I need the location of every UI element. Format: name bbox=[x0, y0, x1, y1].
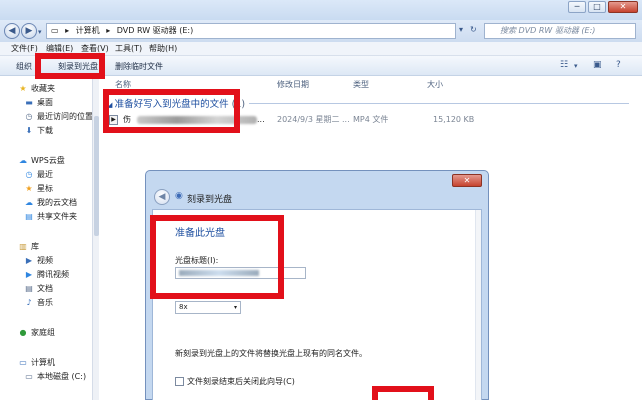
forward-button[interactable]: ▶ bbox=[21, 23, 37, 39]
disk-icon: ▭ bbox=[25, 372, 33, 381]
menu-help[interactable]: 帮助(H) bbox=[149, 43, 177, 54]
shared-folder-icon: ▤ bbox=[25, 212, 33, 221]
navigation-scrollbar[interactable] bbox=[92, 76, 99, 400]
column-header-name[interactable]: 名称 bbox=[115, 79, 131, 90]
burn-to-disc-button[interactable]: 刻录到光盘 bbox=[58, 61, 98, 72]
music-icon: ♪ bbox=[26, 298, 32, 307]
redacted-title bbox=[179, 270, 259, 276]
video-icon: ▶ bbox=[25, 256, 33, 265]
checkbox-box[interactable] bbox=[175, 377, 184, 386]
library-icon: ▥ bbox=[19, 242, 27, 251]
cloud-document-icon: ☁ bbox=[25, 198, 33, 207]
group-header-ready-to-burn[interactable]: ◢ 准备好写入到光盘中的文件 (1) bbox=[107, 96, 245, 110]
homegroup-icon: ● bbox=[19, 328, 27, 337]
disc-title-label: 光盘标题(I): bbox=[175, 256, 219, 265]
menu-file[interactable]: 文件(F) bbox=[11, 43, 38, 54]
column-header-type[interactable]: 类型 bbox=[353, 79, 369, 90]
replace-files-note: 新刻录到光盘上的文件将替换光盘上现有的同名文件。 bbox=[175, 349, 367, 358]
dialog-heading: 刻录到光盘 bbox=[187, 195, 233, 205]
file-modified: 2024/9/3 星期二 ... bbox=[277, 115, 350, 124]
file-type: MP4 文件 bbox=[353, 115, 389, 124]
dialog-close-button[interactable]: ✕ bbox=[452, 174, 482, 187]
dialog-header: ◀ ◉ 刻录到光盘 bbox=[150, 185, 350, 207]
clock-icon: ◷ bbox=[25, 170, 33, 179]
redacted-name bbox=[137, 115, 257, 124]
maximize-button[interactable]: □ bbox=[588, 1, 606, 13]
disc-icon: ◉ bbox=[175, 191, 183, 201]
burn-speed-select[interactable]: 8x ▾ bbox=[175, 301, 241, 314]
download-icon: ⬇ bbox=[25, 126, 33, 135]
group-divider bbox=[249, 103, 629, 104]
window-controls: ─ □ ✕ bbox=[568, 1, 638, 13]
close-wizard-checkbox[interactable]: 文件刻录结束后关闭此向导(C) bbox=[175, 376, 295, 387]
search-input[interactable]: 搜索 DVD RW 驱动器 (E:) bbox=[484, 23, 636, 39]
column-header-size[interactable]: 大小 bbox=[427, 79, 443, 90]
help-icon[interactable]: ? bbox=[616, 60, 621, 70]
view-options-icon[interactable]: ☷ bbox=[560, 60, 568, 70]
organize-button[interactable]: 组织 bbox=[16, 61, 32, 72]
view-dropdown-icon[interactable]: ▾ bbox=[574, 62, 578, 70]
delete-temp-files-button[interactable]: 删除临时文件 bbox=[115, 61, 163, 72]
file-name: 伤... bbox=[123, 115, 265, 124]
column-header-modified[interactable]: 修改日期 bbox=[277, 79, 309, 90]
menu-bar: 文件(F) 编辑(E) 查看(V) 工具(T) 帮助(H) bbox=[0, 42, 642, 56]
computer-icon: ▭ bbox=[51, 26, 59, 35]
disc-title-input[interactable] bbox=[175, 267, 306, 279]
command-bar: 组织 刻录到光盘 删除临时文件 ☷ ▾ ▣ ? bbox=[0, 56, 642, 76]
dialog-back-button[interactable]: ◀ bbox=[154, 189, 170, 205]
preview-pane-icon[interactable]: ▣ bbox=[593, 60, 602, 70]
star-icon: ★ bbox=[25, 184, 33, 193]
address-row: ◀ ▶ ▾ ▭ ▸ 计算机 ▸ DVD RW 驱动器 (E:) ▾ ↻ 搜索 D… bbox=[0, 20, 642, 42]
recent-places-icon: ◷ bbox=[25, 112, 33, 121]
collapse-triangle-icon: ◢ bbox=[107, 101, 115, 109]
dialog-subtitle: 准备此光盘 bbox=[175, 228, 225, 239]
tencent-video-icon: ▶ bbox=[25, 270, 33, 279]
video-file-icon: ▶ bbox=[109, 115, 118, 125]
breadcrumb-computer[interactable]: 计算机 bbox=[76, 26, 100, 35]
recent-pages-dropdown[interactable]: ▾ bbox=[38, 28, 42, 36]
desktop-icon: ▬ bbox=[25, 98, 33, 107]
menu-edit[interactable]: 编辑(E) bbox=[46, 43, 73, 54]
burn-to-disc-dialog: ✕ ◀ ◉ 刻录到光盘 准备此光盘 光盘标题(I): 8x ▾ 新刻录到光盘上的… bbox=[145, 170, 489, 400]
file-size: 15,120 KB bbox=[433, 115, 475, 124]
minimize-button[interactable]: ─ bbox=[568, 1, 586, 13]
explorer-window: ─ □ ✕ ◀ ▶ ▾ ▭ ▸ 计算机 ▸ DVD RW 驱动器 (E:) ▾ … bbox=[0, 0, 642, 400]
refresh-icon[interactable]: ↻ bbox=[470, 23, 477, 39]
address-dropdown-icon[interactable]: ▾ bbox=[459, 23, 463, 39]
title-bar: ─ □ ✕ bbox=[0, 0, 642, 20]
breadcrumb-dvd-drive[interactable]: DVD RW 驱动器 (E:) bbox=[117, 26, 193, 35]
document-icon: ▤ bbox=[25, 284, 33, 293]
breadcrumb-separator[interactable]: ▸ bbox=[106, 26, 110, 35]
navigation-pane: ★ 收藏夹 ▬ 桌面 ◷ 最近访问的位置 ⬇ 下载 ☁ WPS云盘 ◷ 最近 ★ 星标 ☁ 我的… bbox=[0, 76, 98, 400]
back-button[interactable]: ◀ bbox=[4, 23, 20, 39]
menu-tools[interactable]: 工具(T) bbox=[115, 43, 142, 54]
dialog-scrollbar[interactable] bbox=[475, 210, 481, 400]
favorites-star-icon: ★ bbox=[19, 84, 27, 93]
address-bar[interactable]: ▭ ▸ 计算机 ▸ DVD RW 驱动器 (E:) bbox=[46, 23, 456, 39]
close-button[interactable]: ✕ bbox=[608, 1, 638, 13]
file-row[interactable]: ▶ 伤... 2024/9/3 星期二 ... MP4 文件 15,120 KB bbox=[107, 113, 627, 127]
computer-icon: ▭ bbox=[19, 358, 27, 367]
cloud-icon: ☁ bbox=[19, 156, 27, 165]
dialog-body: 准备此光盘 光盘标题(I): 8x ▾ 新刻录到光盘上的文件将替换光盘上现有的同… bbox=[152, 209, 482, 400]
chevron-down-icon: ▾ bbox=[233, 304, 237, 311]
breadcrumb-separator[interactable]: ▸ bbox=[65, 26, 69, 35]
menu-view[interactable]: 查看(V) bbox=[81, 43, 109, 54]
